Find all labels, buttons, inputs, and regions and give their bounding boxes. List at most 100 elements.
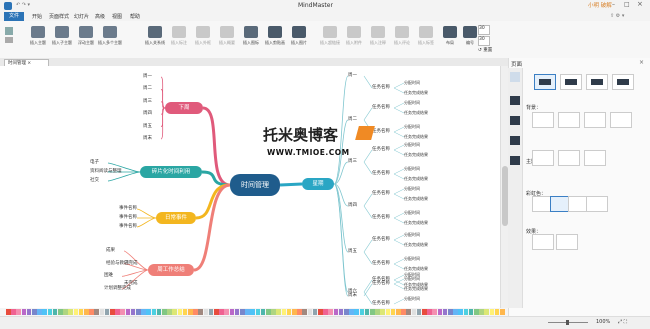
style-swatch-1[interactable] — [558, 112, 580, 128]
share-icon[interactable]: ⇪ ⚙ ▾ — [610, 13, 624, 19]
palette-swatch[interactable] — [240, 309, 245, 315]
task-detail[interactable]: 分配时间 — [404, 166, 420, 172]
palette-swatch[interactable] — [146, 309, 151, 315]
ribbon-button-8[interactable]: 插入图标 — [239, 23, 263, 46]
task-detail[interactable]: 任务完成结果 — [404, 152, 428, 158]
palette-swatch[interactable] — [286, 309, 292, 315]
palette-swatch[interactable] — [94, 309, 99, 315]
subtopic[interactable]: 成果 — [106, 247, 115, 253]
subtopic[interactable]: 周一 — [143, 73, 152, 79]
task-name[interactable]: 任务名称 — [372, 300, 390, 306]
ribbon-button-15[interactable]: 插入标签 — [414, 23, 438, 46]
main-topic-0[interactable]: 下周 — [165, 102, 203, 114]
color-palette[interactable] — [0, 308, 508, 316]
palette-swatch[interactable] — [214, 309, 219, 315]
subtopic[interactable]: 周四 — [143, 110, 152, 116]
palette-swatch[interactable] — [156, 309, 162, 315]
palette-swatch[interactable] — [198, 309, 203, 315]
palette-swatch[interactable] — [375, 309, 380, 315]
palette-swatch[interactable] — [52, 309, 58, 315]
summary-status[interactable]: 已完成 — [124, 260, 138, 266]
task-name[interactable]: 任务名称 — [372, 280, 390, 286]
layout-option-3[interactable] — [612, 74, 634, 90]
palette-swatch[interactable] — [427, 309, 432, 315]
ribbon-button-11[interactable]: 插入超链接 — [318, 23, 342, 46]
palette-swatch[interactable] — [266, 309, 271, 315]
style-swatch-6[interactable] — [584, 150, 606, 166]
palette-swatch[interactable] — [401, 309, 406, 315]
main-topic-2[interactable]: 日常事件 — [156, 212, 196, 224]
subtopic[interactable]: 周末 — [143, 135, 152, 141]
task-detail[interactable]: 分配时间 — [404, 100, 420, 106]
style-swatch-4[interactable] — [532, 150, 554, 166]
quick-access-toolbar[interactable]: ↶ ↷ ▾ — [16, 2, 46, 10]
palette-swatch[interactable] — [448, 309, 453, 315]
palette-swatch[interactable] — [380, 309, 385, 315]
palette-swatch[interactable] — [63, 309, 68, 315]
palette-swatch[interactable] — [21, 309, 27, 315]
palette-swatch[interactable] — [89, 309, 94, 315]
ribbon-button-1[interactable]: 插入子主题 — [50, 23, 74, 46]
palette-swatch[interactable] — [297, 309, 302, 315]
palette-swatch[interactable] — [312, 309, 318, 315]
palette-swatch[interactable] — [162, 309, 167, 315]
task-detail[interactable]: 任务完成结果 — [404, 196, 428, 202]
menu-help[interactable]: 帮助 — [130, 13, 140, 20]
task-name[interactable]: 任务名称 — [372, 214, 390, 220]
subtopic[interactable]: 事件名称 — [119, 223, 137, 229]
palette-swatch[interactable] — [172, 309, 177, 315]
palette-swatch[interactable] — [411, 309, 417, 315]
palette-swatch[interactable] — [224, 309, 229, 315]
style-swatch-10[interactable] — [586, 196, 608, 212]
palette-swatch[interactable] — [115, 309, 120, 315]
format-painter-icon[interactable] — [5, 37, 13, 43]
palette-swatch[interactable] — [385, 309, 391, 315]
ribbon-button-3[interactable]: 插入多个主题 — [98, 23, 122, 46]
palette-swatch[interactable] — [208, 309, 214, 315]
file-menu[interactable]: 文件 — [4, 12, 24, 21]
palette-swatch[interactable] — [479, 309, 484, 315]
palette-swatch[interactable] — [437, 309, 443, 315]
palette-swatch[interactable] — [468, 309, 474, 315]
user-name[interactable]: 小明 破解 — [588, 1, 612, 9]
palette-swatch[interactable] — [120, 309, 125, 315]
palette-swatch[interactable] — [78, 309, 84, 315]
task-detail[interactable]: 分配时间 — [404, 186, 420, 192]
main-topic-1[interactable]: 碎片化时间利用 — [140, 166, 202, 178]
style-swatch-2[interactable] — [584, 112, 606, 128]
palette-swatch[interactable] — [245, 309, 250, 315]
palette-swatch[interactable] — [6, 309, 11, 315]
palette-swatch[interactable] — [328, 309, 333, 315]
minimize-icon[interactable]: – — [612, 1, 615, 8]
mindmap-canvas[interactable]: 时间管理 下周 周一 周二 周三 周四 周五 周末 碎片化时间利用 电子 资料阅读与整理 社交 日常事件… — [0, 66, 500, 308]
clipboard-group[interactable] — [3, 25, 23, 53]
task-name[interactable]: 任务名称 — [372, 146, 390, 152]
ribbon-button-10[interactable]: 插入图片 — [287, 23, 311, 46]
palette-swatch[interactable] — [110, 309, 115, 315]
reset-button[interactable]: ↺ 重置 — [478, 47, 492, 53]
layout-option-1[interactable] — [560, 74, 582, 90]
palette-swatch[interactable] — [390, 309, 396, 315]
day-label[interactable]: 周四 — [348, 202, 357, 208]
icon-tab-icon[interactable] — [510, 116, 520, 125]
palette-swatch[interactable] — [167, 309, 172, 315]
task-detail[interactable]: 任务完成结果 — [404, 90, 428, 96]
subtopic[interactable]: 周五 — [143, 123, 152, 129]
palette-swatch[interactable] — [474, 309, 479, 315]
weekday-topic[interactable]: 星期 — [302, 178, 334, 190]
palette-swatch[interactable] — [255, 309, 261, 315]
palette-swatch[interactable] — [182, 309, 188, 315]
palette-swatch[interactable] — [494, 309, 500, 315]
palette-swatch[interactable] — [364, 309, 370, 315]
subtopic[interactable]: 困难 — [104, 272, 113, 278]
subtopic[interactable]: 资料阅读与整理 — [90, 168, 122, 174]
palette-swatch[interactable] — [99, 309, 105, 315]
menu-view[interactable]: 视图 — [112, 13, 122, 20]
task-tab-icon[interactable] — [510, 156, 520, 165]
style-tab-icon[interactable] — [510, 96, 520, 105]
task-detail[interactable]: 任务完成结果 — [404, 134, 428, 140]
palette-swatch[interactable] — [32, 309, 37, 315]
palette-swatch[interactable] — [406, 309, 411, 315]
menu-page-style[interactable]: 页面样式 — [49, 13, 69, 20]
task-detail[interactable]: 分配时间 — [404, 124, 420, 130]
